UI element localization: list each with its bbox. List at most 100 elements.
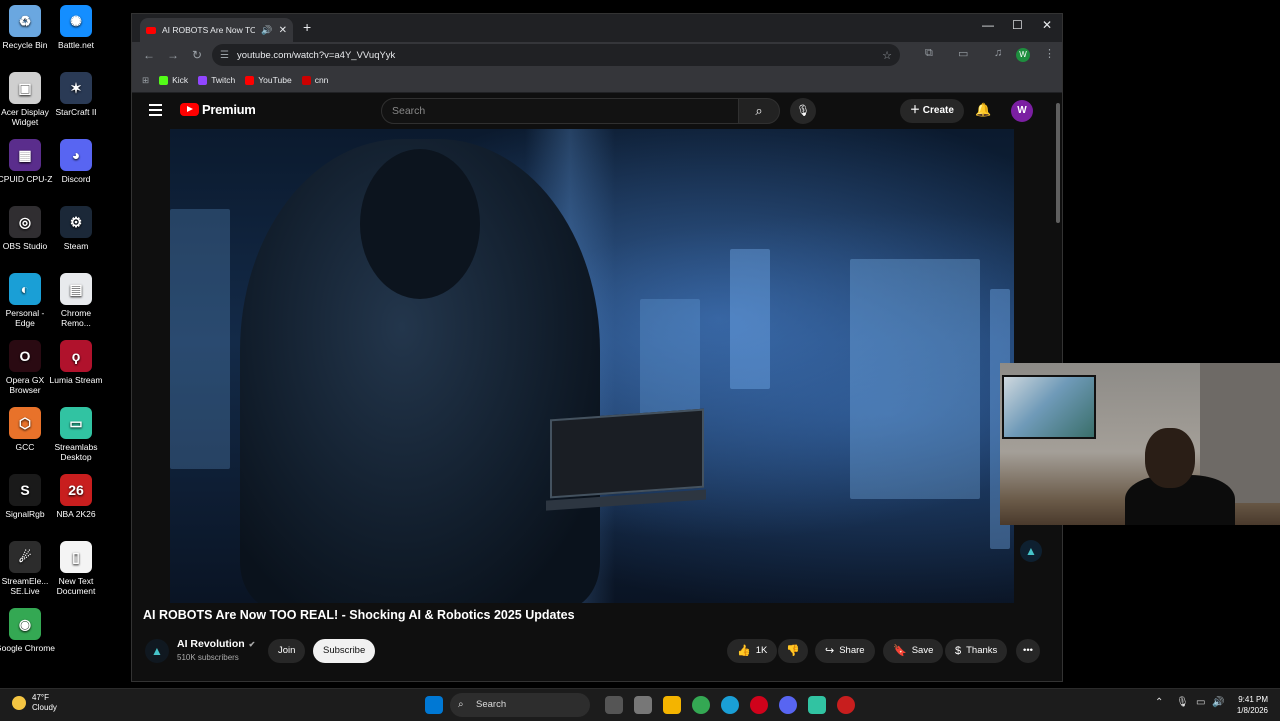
forward-icon[interactable]: → [166,48,180,62]
taskbar-edge-icon[interactable] [721,696,739,714]
taskbar-discord-icon[interactable] [779,696,797,714]
dislike-button[interactable]: 👎 [778,639,808,663]
desktop-icon[interactable]: ϙ Lumia Stream [46,340,106,385]
apps-grid-icon[interactable]: ⊞ [142,75,149,86]
maximize-button[interactable]: ☐ [1012,18,1023,32]
bookmark-item[interactable]: YouTube [245,75,292,85]
bookmark-star-icon[interactable]: ☆ [882,49,892,62]
minimize-button[interactable]: — [982,18,994,32]
bookmark-item[interactable]: Kick [159,75,188,85]
bookmark-icon: 🔖 [893,645,907,657]
task-view-icon[interactable] [605,696,623,714]
desktop-icon[interactable]: ✶ StarCraft II [46,72,106,117]
create-button[interactable]: ＋ Create [900,99,964,123]
tray-mic-icon[interactable]: 🎙 [1176,697,1189,708]
discord-icon: ◕ [60,139,92,171]
channel-avatar[interactable]: ▲ [145,639,169,663]
chrome-icon: ◉ [9,608,41,640]
taskbar-search[interactable]: ⌕ Search [450,693,590,717]
obs-icon: ◎ [9,206,41,238]
desktop-icon[interactable]: ⚙ Steam [46,206,106,251]
join-button[interactable]: Join [268,639,306,663]
desktop-icon-label: Steam [63,241,89,251]
new-tab-button[interactable]: + [303,19,311,35]
file-explorer-icon[interactable] [663,696,681,714]
volume-icon[interactable]: 🔊 [1212,697,1224,708]
video-player[interactable] [170,129,1014,603]
desktop-icon[interactable]: ◕ Discord [46,139,106,184]
more-actions-button[interactable]: ••• [1016,639,1040,663]
tray-overflow-icon[interactable]: ⌃ [1155,697,1163,708]
address-bar[interactable]: ☰ youtube.com/watch?v=a4Y_VVuqYyk ☆ [212,44,900,66]
taskbar-lumia-icon[interactable] [837,696,855,714]
streamelements-icon: ☄ [9,541,41,573]
notifications-bell-icon[interactable]: 🔔 [975,102,991,118]
youtube-premium-logo[interactable]: Premium [180,102,256,117]
verified-icon: ✔ [248,640,256,649]
taskbar-streamlabs-icon[interactable] [808,696,826,714]
desktop-icon[interactable]: ◉ Google Chrome [0,608,55,653]
site-info-icon[interactable]: ☰ [220,50,229,61]
cpuz-icon: ▦ [9,139,41,171]
desktop-icon[interactable]: ▯ New Text Document [46,541,106,596]
start-menu-icon[interactable] [425,696,443,714]
bookmark-item[interactable]: Twitch [198,75,235,85]
bookmark-label: cnn [314,75,329,85]
search-input[interactable]: Search [381,98,739,124]
desktop-icon[interactable]: ▭ Streamlabs Desktop [46,407,106,462]
acer-display-icon: ▣ [9,72,41,104]
extensions-icon[interactable]: ⧉ [925,47,933,60]
browser-toolbar: ← → ↻ ☰ youtube.com/watch?v=a4Y_VVuqYyk … [132,42,1062,68]
desktop-icon-label: Battle.net [58,40,94,50]
weather-cloudy-icon [12,696,26,710]
tab-youtube-video[interactable]: AI ROBOTS Are Now TOO R 🔊 ✕ [140,18,293,42]
microphone-icon[interactable]: 🎙 [790,98,816,124]
thanks-icon: $ [955,645,962,657]
widgets-icon[interactable] [634,696,652,714]
desktop-icon[interactable]: 26 NBA 2K26 [46,474,106,519]
video-frame-laptop [550,408,704,499]
bookmark-item[interactable]: cnn [301,75,329,85]
reload-icon[interactable]: ↻ [190,48,204,62]
scrollbar-thumb[interactable] [1056,103,1060,223]
starcraft-icon: ✶ [60,72,92,104]
subscribe-button[interactable]: Subscribe [313,639,376,663]
system-clock[interactable]: 9:41 PM 1/8/2026 [1228,694,1268,716]
channel-name[interactable]: AI Revolution ✔ [177,638,255,650]
weather-widget[interactable]: 47°F Cloudy [12,693,57,713]
share-button[interactable]: ↪ Share [815,639,875,663]
thanks-button[interactable]: $ Thanks [945,639,1008,663]
desktop-icon[interactable]: ✺ Battle.net [46,5,106,50]
close-window-button[interactable]: ✕ [1042,18,1052,32]
like-button[interactable]: 👍 1K [727,639,778,663]
sidepanel-icon[interactable]: ▭ [958,47,968,60]
taskbar-opera-icon[interactable] [750,696,768,714]
back-icon[interactable]: ← [142,48,156,62]
close-tab-icon[interactable]: ✕ [279,25,287,36]
windows-taskbar: 47°F Cloudy ⌕ Search ⌃ 🎙 ▭ 🔊 9:41 PM 1/8/20… [0,688,1280,721]
account-avatar[interactable]: W [1011,100,1033,122]
bookmark-label: Kick [172,75,189,85]
bookmark-label: YouTube [258,75,292,85]
bookmark-favicon-icon [159,75,169,85]
hamburger-menu-icon[interactable] [149,104,162,119]
browser-menu-icon[interactable]: ⋮ [1044,47,1055,60]
browser-window: AI ROBOTS Are Now TOO R 🔊 ✕ + — ☐ ✕ ← → … [131,13,1063,682]
save-button[interactable]: 🔖 Save [883,639,944,663]
thumbs-up-icon: 👍 [737,645,751,657]
speaker-icon[interactable]: 🔊 [261,25,272,36]
profile-avatar[interactable]: W [1016,48,1030,62]
network-icon[interactable]: ▭ [1196,697,1205,708]
video-title: AI ROBOTS Are Now TOO REAL! - Shocking A… [143,608,575,622]
webcam-overlay [1000,363,1280,525]
desktop-icon[interactable]: ▤ Chrome Remo... [46,273,106,328]
youtube-favicon-icon [146,26,156,34]
bookmarks-bar: ⊞ Kick Twitch YouTube cnn [132,68,1062,93]
channel-watermark-icon[interactable]: ▲ [1020,540,1042,562]
taskbar-chrome-icon[interactable] [692,696,710,714]
opera-gx-icon: O [9,340,41,372]
media-control-icon[interactable]: ♫ [994,47,1002,59]
lumia-icon: ϙ [60,340,92,372]
gcc-icon: ⬡ [9,407,41,439]
search-icon[interactable]: ⌕ [738,98,780,124]
